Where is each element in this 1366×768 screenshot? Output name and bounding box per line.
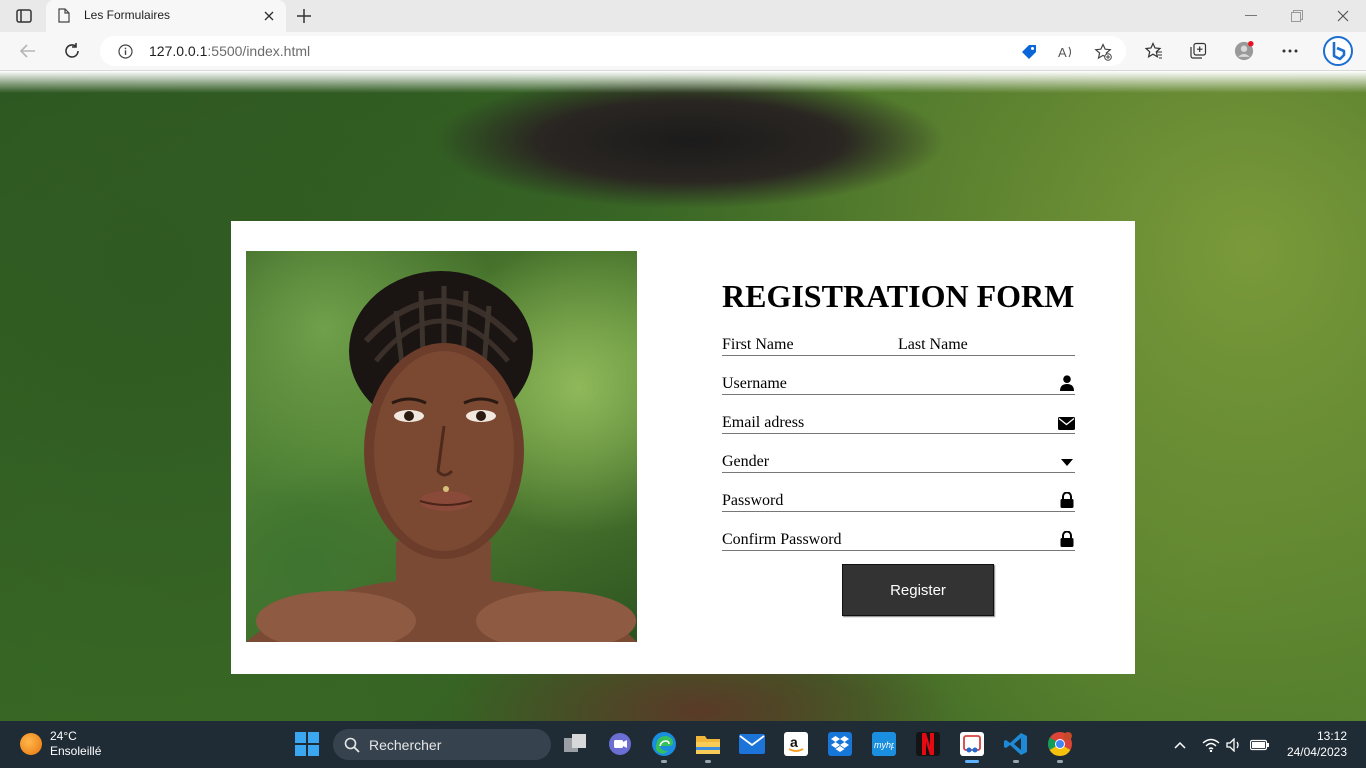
name-field-row: First Name Last Name bbox=[722, 316, 1075, 356]
register-button[interactable]: Register bbox=[842, 564, 994, 616]
read-aloud-icon[interactable]: A bbox=[1058, 43, 1076, 61]
browser-tab-bar: Les Formulaires bbox=[0, 0, 1366, 32]
restore-icon[interactable] bbox=[1274, 0, 1320, 32]
teams-chat-icon[interactable] bbox=[607, 731, 633, 757]
dropbox-icon[interactable] bbox=[827, 731, 853, 757]
snipping-tool-icon[interactable] bbox=[959, 731, 985, 763]
gender-select[interactable]: Gender bbox=[722, 435, 1075, 473]
profile-avatar-icon[interactable] bbox=[1234, 41, 1254, 61]
wifi-icon[interactable] bbox=[1201, 735, 1221, 755]
clock-time: 13:12 bbox=[1316, 729, 1347, 743]
registration-card: REGISTRATION FORM First Name Last Name U… bbox=[231, 221, 1135, 674]
close-window-icon[interactable] bbox=[1320, 0, 1366, 32]
system-clock[interactable]: 13:12 24/04/2023 bbox=[1287, 728, 1347, 760]
battery-icon[interactable] bbox=[1250, 735, 1270, 755]
chrome-icon[interactable] bbox=[1047, 731, 1073, 763]
minimize-icon[interactable] bbox=[1228, 0, 1274, 32]
weather-condition: Ensoleillé bbox=[50, 744, 102, 758]
url-text: 127.0.0.1:5500/index.html bbox=[149, 43, 310, 59]
gender-label: Gender bbox=[722, 453, 770, 470]
username-field[interactable]: Username bbox=[722, 357, 1075, 395]
tab-title: Les Formulaires bbox=[84, 8, 171, 22]
search-icon bbox=[344, 737, 360, 758]
url-path: :5500/index.html bbox=[207, 43, 311, 59]
collections-icon[interactable] bbox=[1188, 41, 1208, 61]
svg-text:a: a bbox=[790, 734, 798, 750]
confirm-password-label: Confirm Password bbox=[722, 531, 842, 548]
bing-icon[interactable] bbox=[1322, 35, 1354, 67]
close-tab-icon[interactable] bbox=[262, 9, 276, 23]
sun-icon bbox=[20, 733, 42, 755]
password-field[interactable]: Password bbox=[722, 474, 1075, 512]
svg-text:myhp: myhp bbox=[874, 740, 894, 750]
page-icon bbox=[58, 8, 70, 28]
myhp-icon[interactable]: myhp bbox=[871, 731, 897, 757]
page-background: REGISTRATION FORM First Name Last Name U… bbox=[0, 71, 1366, 721]
shopping-tag-icon[interactable] bbox=[1020, 43, 1038, 61]
email-label: Email adress bbox=[722, 414, 805, 431]
confirm-password-field[interactable]: Confirm Password bbox=[722, 513, 1075, 551]
add-favorite-icon[interactable] bbox=[1094, 43, 1112, 61]
form-title: REGISTRATION FORM bbox=[722, 278, 1075, 314]
new-tab-icon[interactable] bbox=[294, 7, 314, 25]
url-field[interactable]: 127.0.0.1:5500/index.html A bbox=[100, 36, 1126, 66]
volume-icon[interactable] bbox=[1225, 735, 1245, 755]
windows-start-icon[interactable] bbox=[295, 732, 319, 756]
favorites-icon[interactable] bbox=[1144, 41, 1164, 61]
search-placeholder: Rechercher bbox=[369, 737, 442, 753]
weather-widget[interactable]: 24°C Ensoleillé bbox=[20, 729, 101, 759]
registration-form: REGISTRATION FORM First Name Last Name U… bbox=[722, 276, 1075, 551]
background-top-fade bbox=[0, 71, 1366, 93]
vscode-icon[interactable] bbox=[1003, 731, 1029, 763]
browser-tab[interactable]: Les Formulaires bbox=[46, 0, 286, 32]
task-view-icon[interactable] bbox=[563, 731, 589, 757]
caret-down-icon bbox=[1059, 450, 1075, 466]
password-label: Password bbox=[722, 492, 784, 509]
url-host: 127.0.0.1 bbox=[149, 43, 208, 59]
back-icon[interactable] bbox=[18, 41, 38, 61]
edge-browser-icon[interactable] bbox=[651, 731, 677, 763]
mail-icon[interactable] bbox=[739, 731, 765, 757]
user-icon bbox=[1059, 375, 1075, 391]
last-name-input[interactable]: Last Name bbox=[898, 336, 968, 354]
show-hidden-icons-chevron-icon[interactable] bbox=[1170, 735, 1190, 755]
site-info-icon[interactable] bbox=[118, 44, 133, 64]
username-label: Username bbox=[722, 375, 787, 392]
portrait-image bbox=[246, 251, 637, 642]
temperature: 24°C bbox=[50, 729, 77, 743]
taskbar-search-input[interactable]: Rechercher bbox=[333, 729, 551, 760]
tab-actions-icon[interactable] bbox=[12, 6, 36, 26]
netflix-icon[interactable] bbox=[915, 731, 941, 757]
envelope-icon bbox=[1058, 414, 1075, 430]
amazon-icon[interactable]: a bbox=[783, 731, 809, 757]
email-field[interactable]: Email adress bbox=[722, 396, 1075, 434]
lock-icon bbox=[1059, 531, 1075, 547]
more-options-icon[interactable] bbox=[1280, 41, 1300, 61]
svg-text:A: A bbox=[1058, 45, 1067, 60]
clock-date: 24/04/2023 bbox=[1286, 745, 1347, 759]
refresh-icon[interactable] bbox=[62, 41, 82, 61]
first-name-input[interactable]: First Name bbox=[722, 336, 794, 354]
address-bar: 127.0.0.1:5500/index.html A bbox=[0, 32, 1366, 71]
windows-taskbar: 24°C Ensoleillé Rechercher a myhp 13:12 … bbox=[0, 721, 1366, 768]
file-explorer-icon[interactable] bbox=[695, 731, 721, 763]
lock-icon bbox=[1059, 492, 1075, 508]
